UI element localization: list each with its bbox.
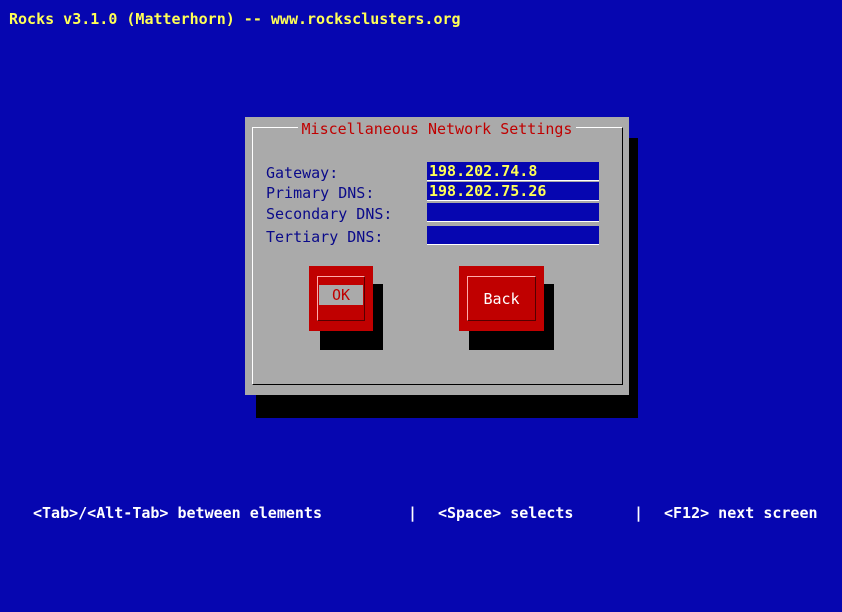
gateway-label: Gateway: — [266, 164, 339, 182]
secondary-dns-label: Secondary DNS: — [266, 205, 393, 223]
dialog-title: Miscellaneous Network Settings — [297, 120, 577, 138]
primary-dns-label: Primary DNS: — [266, 184, 375, 202]
back-button[interactable]: Back — [459, 266, 544, 331]
hint-space: <Space> selects — [438, 504, 574, 522]
status-bar: <Tab>/<Alt-Tab> between elements | <Spac… — [0, 504, 842, 522]
tertiary-dns-field[interactable] — [427, 226, 599, 245]
secondary-dns-field[interactable] — [427, 203, 599, 222]
network-settings-dialog: Miscellaneous Network Settings Gateway: … — [245, 117, 629, 395]
tertiary-dns-label: Tertiary DNS: — [266, 228, 384, 246]
separator-1: | — [408, 504, 418, 522]
ok-button[interactable]: OK — [309, 266, 373, 331]
hint-f12: <F12> next screen — [664, 504, 818, 522]
hint-tab: <Tab>/<Alt-Tab> between elements — [33, 504, 322, 522]
primary-dns-field[interactable]: 198.202.75.26 — [427, 182, 599, 201]
back-button-label: Back — [483, 289, 520, 308]
window-title: Rocks v3.1.0 (Matterhorn) -- www.rockscl… — [9, 10, 461, 28]
gateway-field[interactable]: 198.202.74.8 — [427, 162, 599, 181]
separator-2: | — [634, 504, 644, 522]
ok-button-label: OK — [319, 285, 363, 305]
